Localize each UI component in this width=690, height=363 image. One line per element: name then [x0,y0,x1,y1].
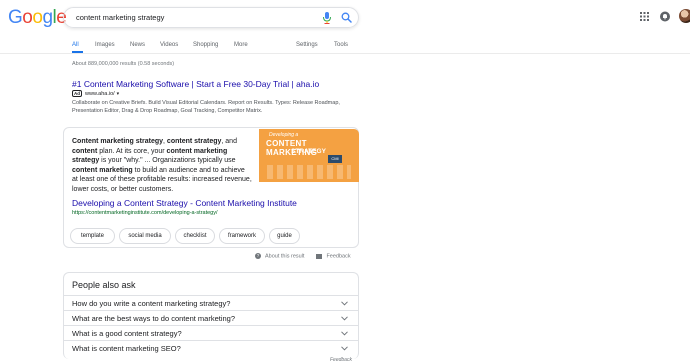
chip-social-media[interactable]: social media [119,228,171,244]
tab-tools[interactable]: Tools [334,40,348,50]
tab-more[interactable]: More [234,40,248,50]
chevron-down-icon [341,346,348,351]
about-this-result-link[interactable]: About this result [265,253,304,259]
mic-icon[interactable] [322,12,332,24]
ad-badge: Ad [72,90,82,97]
tab-videos[interactable]: Videos [160,40,178,50]
chevron-down-icon [341,331,348,336]
chevron-down-icon [341,301,348,306]
tab-news[interactable]: News [130,40,145,50]
paa-question-text: What are the best ways to do content mar… [72,314,236,323]
chip-framework[interactable]: framework [219,228,265,244]
ad-result: #1 Content Marketing Software | Start a … [72,79,372,115]
ad-url: www.aha.io/ [85,91,115,97]
tab-settings[interactable]: Settings [296,40,318,50]
tab-shopping[interactable]: Shopping [193,40,218,50]
decorative-illustration [267,165,351,179]
snippet-bold-text: content strategy [166,138,222,145]
paa-question[interactable]: What is content marketing SEO? [64,340,358,355]
chip-template[interactable]: template [70,228,115,244]
paa-feedback-link[interactable]: Feedback [330,357,352,363]
ad-url-row: Ad www.aha.io/▾ [72,90,372,98]
search-tabs: All Images News Videos Shopping More Set… [0,36,690,54]
paa-question-text: How do you write a content marketing str… [72,299,231,308]
snippet-text-segment: , and [221,138,237,145]
result-stats: About 889,000,000 results (0.58 seconds) [72,61,175,67]
people-also-ask: People also ask How do you write a conte… [63,272,359,359]
ad-title-link[interactable]: #1 Content Marketing Software | Start a … [72,79,372,90]
snippet-bold-text: content [72,147,98,155]
snippet-text-segment: is your "why." ... Organizations typical… [99,157,236,165]
notifications-icon[interactable] [660,11,670,22]
cmi-badge: CMI [328,155,342,163]
snippet-image[interactable]: Developing a CONTENT MARKETING STRATEGY … [259,129,359,182]
snippet-image-line3: STRATEGY [291,148,326,155]
paa-question[interactable]: How do you write a content marketing str… [64,295,358,310]
chip-checklist[interactable]: checklist [175,228,215,244]
logo-letter: o [32,7,43,28]
snippet-text: Content marketing strategy, content stra… [72,137,252,195]
apps-grid-icon[interactable] [640,12,649,21]
logo-letter: g [42,7,53,28]
avatar[interactable] [679,9,690,23]
tab-all[interactable]: All [72,40,79,50]
snippet-bold-text: Content marketing strategy [72,138,164,145]
snippet-image-line1: Developing a [269,132,299,138]
snippet-text-segment: plan. At its core, your [97,147,167,155]
featured-snippet: Content marketing strategy, content stra… [63,127,359,248]
chip-guide[interactable]: guide [269,228,300,244]
header: Google [0,0,690,36]
paa-question[interactable]: What are the best ways to do content mar… [64,310,358,325]
snippet-bold-text: content marketing [72,166,133,174]
active-tab-indicator [72,51,83,53]
ad-description: Collaborate on Creative Briefs. Build Vi… [72,100,340,114]
caret-down-icon[interactable]: ▾ [117,90,120,98]
snippet-url: https://contentmarketinginstitute.com/de… [72,210,218,216]
snippet-footer: ? About this result Feedback [255,253,351,259]
logo-letter: o [22,7,33,28]
search-input[interactable] [76,8,306,27]
search-icon[interactable] [341,12,352,23]
paa-question[interactable]: What is a good content strategy? [64,325,358,340]
logo-letter: G [8,7,23,28]
paa-title: People also ask [72,280,136,290]
snippet-title-link[interactable]: Developing a Content Strategy - Content … [72,198,297,209]
chevron-down-icon [341,316,348,321]
feedback-link[interactable]: Feedback [326,253,350,259]
search-box[interactable] [63,7,359,28]
paa-question-text: What is content marketing SEO? [72,344,181,353]
feedback-icon [316,253,323,259]
google-logo[interactable]: Google [8,7,67,29]
info-icon[interactable]: ? [255,253,261,259]
tab-images[interactable]: Images [95,40,115,50]
paa-question-text: What is a good content strategy? [72,329,182,338]
